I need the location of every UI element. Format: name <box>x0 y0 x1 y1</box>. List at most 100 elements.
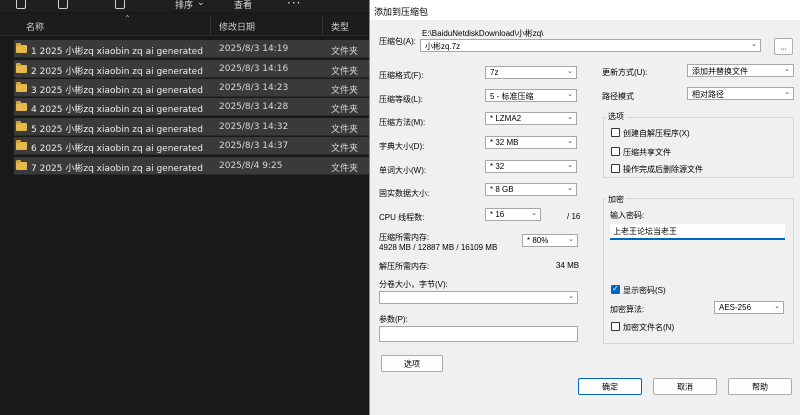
sfx-label[interactable]: 创建自解压程序(X) <box>623 128 690 139</box>
file-row[interactable]: 6 2025 小彬zq xiaobin zq ai generated 2025… <box>14 137 384 155</box>
ok-button[interactable]: 确定 <box>578 378 642 395</box>
mem-comp-label: 压缩所需内存: <box>379 233 430 242</box>
folder-icon <box>16 140 27 150</box>
file-name: 5 2025 小彬zq xiaobin zq ai generated <box>31 125 203 135</box>
archive-path: E:\BaiduNetdiskDownload\小彬zq\ <box>422 29 544 38</box>
method-select[interactable]: * LZMA2 ⌄ <box>485 112 577 125</box>
file-date: 2025/8/4 9:25 <box>219 161 283 171</box>
format-select[interactable]: 7z ⌄ <box>485 66 577 79</box>
file-row[interactable]: 1 2025 小彬zq xiaobin zq ai generated 2025… <box>14 40 384 58</box>
word-label: 单词大小(W): <box>379 166 427 175</box>
update-select[interactable]: 添加并替换文件 ⌄ <box>687 64 794 77</box>
file-type: 文件夹 <box>331 105 359 115</box>
column-date[interactable]: 修改日期 <box>219 20 255 33</box>
folder-icon <box>16 101 27 111</box>
chevron-down-icon: ⌄ <box>567 185 573 192</box>
column-name[interactable]: 名称 <box>26 20 44 33</box>
cancel-button[interactable]: 取消 <box>653 378 717 395</box>
sfx-checkbox[interactable] <box>611 128 620 137</box>
mem-decomp-label: 解压所需内存: <box>379 262 430 271</box>
mem-decomp-value: 34 MB <box>556 261 580 270</box>
column-divider[interactable] <box>322 16 323 34</box>
file-name: 4 2025 小彬zq xiaobin zq ai generated <box>31 105 203 115</box>
format-label: 压缩格式(F): <box>379 71 424 80</box>
options-button[interactable]: 选项 <box>381 355 443 372</box>
params-input[interactable] <box>379 326 578 342</box>
column-type[interactable]: 类型 <box>331 20 349 33</box>
update-label: 更新方式(U): <box>602 68 648 77</box>
help-button[interactable]: 帮助 <box>728 378 792 395</box>
mem-usage-select[interactable]: * 80% ⌄ <box>522 234 578 247</box>
file-name: 2 2025 小彬zq xiaobin zq ai generated <box>31 67 203 77</box>
dict-select[interactable]: * 32 MB ⌄ <box>485 136 577 149</box>
file-type: 文件夹 <box>331 67 359 77</box>
folder-icon <box>16 160 27 170</box>
show-password-label[interactable]: 显示密码(S) <box>623 285 666 296</box>
sort-button[interactable]: 排序 <box>175 0 193 11</box>
dict-label: 字典大小(D): <box>379 142 425 151</box>
mem-comp-detail: 4928 MB / 12887 MB / 16109 MB <box>379 243 498 252</box>
shared-files-label[interactable]: 压缩共享文件 <box>623 147 671 158</box>
dialog-title-bar[interactable]: 添加到压缩包 <box>370 0 800 20</box>
folder-icon <box>16 82 27 92</box>
chevron-down-icon: ⌄ <box>567 162 573 169</box>
chevron-down-icon: ⌄ <box>567 138 573 145</box>
password-input[interactable]: 上老王论坛当老王 <box>610 224 785 240</box>
file-row[interactable]: 3 2025 小彬zq xiaobin zq ai generated 2025… <box>14 79 384 97</box>
encrypt-names-checkbox[interactable] <box>611 322 620 331</box>
more-options-button[interactable]: ··· <box>287 0 301 10</box>
solid-select[interactable]: * 8 GB ⌄ <box>485 183 577 196</box>
folder-icon <box>16 63 27 73</box>
clipboard-icon[interactable] <box>16 0 26 9</box>
file-type: 文件夹 <box>331 164 359 174</box>
file-name: 1 2025 小彬zq xiaobin zq ai generated <box>31 47 203 57</box>
file-date: 2025/8/3 14:16 <box>219 64 289 74</box>
solid-label: 固实数据大小: <box>379 189 430 198</box>
split-label: 分卷大小，字节(V): <box>379 280 448 289</box>
threads-total: / 16 <box>567 212 581 221</box>
delete-icon[interactable] <box>115 0 125 9</box>
level-select[interactable]: 5 - 标准压缩 ⌄ <box>485 89 577 102</box>
sort-ascending-icon: ⌃ <box>124 14 131 23</box>
file-type: 文件夹 <box>331 86 359 96</box>
dialog-title: 添加到压缩包 <box>374 7 429 17</box>
shared-files-checkbox[interactable] <box>611 147 620 156</box>
file-name: 7 2025 小彬zq xiaobin zq ai generated <box>31 164 203 174</box>
split-select[interactable]: ⌄ <box>379 291 578 304</box>
delete-after-checkbox[interactable] <box>611 164 620 173</box>
archive-name-value: 小彬zq.7z <box>425 42 461 51</box>
file-name: 3 2025 小彬zq xiaobin zq ai generated <box>31 86 203 96</box>
column-divider[interactable] <box>210 16 211 34</box>
method-label: 压缩方法(M): <box>379 118 426 127</box>
chevron-down-icon: ⌄ <box>774 303 780 310</box>
chevron-down-icon: ⌄ <box>567 114 573 121</box>
file-date: 2025/8/3 14:28 <box>219 102 289 112</box>
delete-after-label[interactable]: 操作完成后删除源文件 <box>623 164 703 175</box>
enc-method-select[interactable]: AES-256 ⌄ <box>714 301 784 314</box>
browse-button[interactable]: ... <box>774 38 793 55</box>
file-row[interactable]: 4 2025 小彬zq xiaobin zq ai generated 2025… <box>14 98 384 116</box>
options-group-title: 选项 <box>606 111 626 122</box>
threads-select[interactable]: * 16 ⌄ <box>485 208 541 221</box>
view-button[interactable]: 查看 <box>234 0 252 11</box>
chevron-down-icon: ⌄ <box>568 293 574 300</box>
chevron-down-icon: ⌄ <box>567 68 573 75</box>
add-to-archive-dialog: 添加到压缩包 压缩包(A): E:\BaiduNetdiskDownload\小… <box>369 0 800 415</box>
show-password-checkbox[interactable] <box>611 284 620 294</box>
share-icon[interactable] <box>58 0 68 9</box>
sort-chevron-icon[interactable]: ⌄ <box>197 0 205 8</box>
path-mode-select[interactable]: 相对路径 ⌄ <box>687 87 794 100</box>
enc-method-label: 加密算法: <box>610 305 645 314</box>
file-row[interactable]: 2 2025 小彬zq xiaobin zq ai generated 2025… <box>14 60 384 78</box>
chevron-down-icon: ⌄ <box>784 89 790 96</box>
chevron-down-icon[interactable]: ⌄ <box>751 40 757 48</box>
file-type: 文件夹 <box>331 144 359 154</box>
word-select[interactable]: * 32 ⌄ <box>485 160 577 173</box>
file-row[interactable]: 5 2025 小彬zq xiaobin zq ai generated 2025… <box>14 118 384 136</box>
folder-icon <box>16 121 27 131</box>
params-label: 参数(P): <box>379 315 408 324</box>
encrypt-names-label[interactable]: 加密文件名(N) <box>623 322 674 333</box>
chevron-down-icon: ⌄ <box>531 210 537 217</box>
archive-name-combo[interactable]: 小彬zq.7z ⌄ <box>420 39 761 52</box>
file-row[interactable]: 7 2025 小彬zq xiaobin zq ai generated 2025… <box>14 157 384 175</box>
